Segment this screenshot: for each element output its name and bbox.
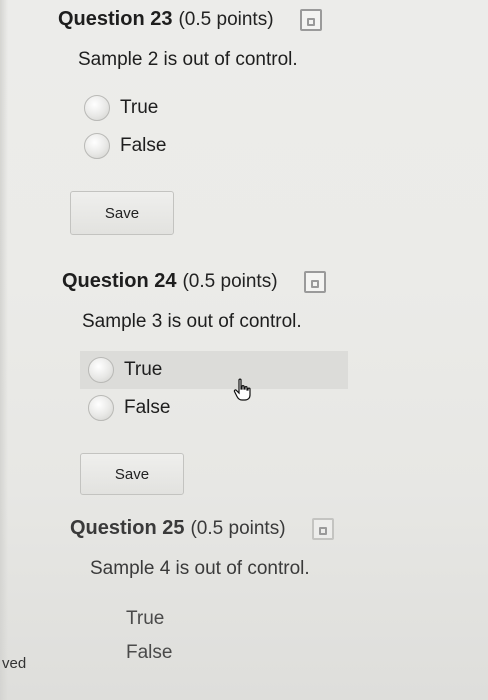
question-23: Question 23 (0.5 points) Sample 2 is out… [58, 8, 322, 235]
option-false[interactable]: False [88, 389, 348, 427]
answer-options: True False [80, 351, 348, 427]
question-header: Question 23 (0.5 points) [58, 8, 322, 31]
question-header: Question 24 (0.5 points) [62, 270, 348, 293]
answer-options: True False [126, 602, 334, 670]
truncated-side-text: ved [2, 655, 27, 672]
question-text: Sample 4 is out of control. [90, 558, 310, 579]
option-label[interactable]: True [120, 97, 158, 119]
option-label[interactable]: True [124, 359, 162, 381]
radio-button[interactable] [84, 95, 110, 121]
option-true[interactable]: True [84, 89, 322, 127]
question-points: (0.5 points) [178, 8, 274, 30]
question-24: Question 24 (0.5 points) Sample 3 is out… [62, 270, 348, 495]
option-true[interactable]: True [126, 602, 334, 636]
question-header: Question 25 (0.5 points) [70, 517, 334, 540]
question-points: (0.5 points) [182, 270, 278, 292]
option-label[interactable]: False [126, 642, 172, 664]
question-25: Question 25 (0.5 points) Sample 4 is out… [70, 517, 334, 670]
option-label[interactable]: False [124, 397, 170, 419]
answer-options: True False [84, 89, 322, 165]
radio-button[interactable] [84, 133, 110, 159]
option-label[interactable]: False [120, 135, 166, 157]
option-false[interactable]: False [126, 636, 334, 670]
question-points: (0.5 points) [190, 517, 286, 539]
hand-pointer-icon [232, 378, 254, 408]
question-text: Sample 3 is out of control. [82, 311, 302, 332]
option-label[interactable]: True [126, 608, 164, 630]
question-title: Question 23 [58, 8, 173, 30]
question-text: Sample 2 is out of control. [78, 49, 298, 70]
radio-button[interactable] [88, 395, 114, 421]
save-button[interactable]: Save [70, 191, 174, 235]
left-panel-edge [0, 0, 8, 700]
question-title: Question 24 [62, 270, 177, 292]
floppy-disk-icon [311, 517, 334, 540]
question-title: Question 25 [70, 517, 185, 539]
option-false[interactable]: False [84, 127, 322, 165]
radio-button[interactable] [88, 357, 114, 383]
option-true[interactable]: True [80, 351, 348, 389]
floppy-disk-icon [303, 270, 326, 293]
save-button[interactable]: Save [80, 453, 184, 495]
floppy-disk-icon [299, 8, 322, 31]
